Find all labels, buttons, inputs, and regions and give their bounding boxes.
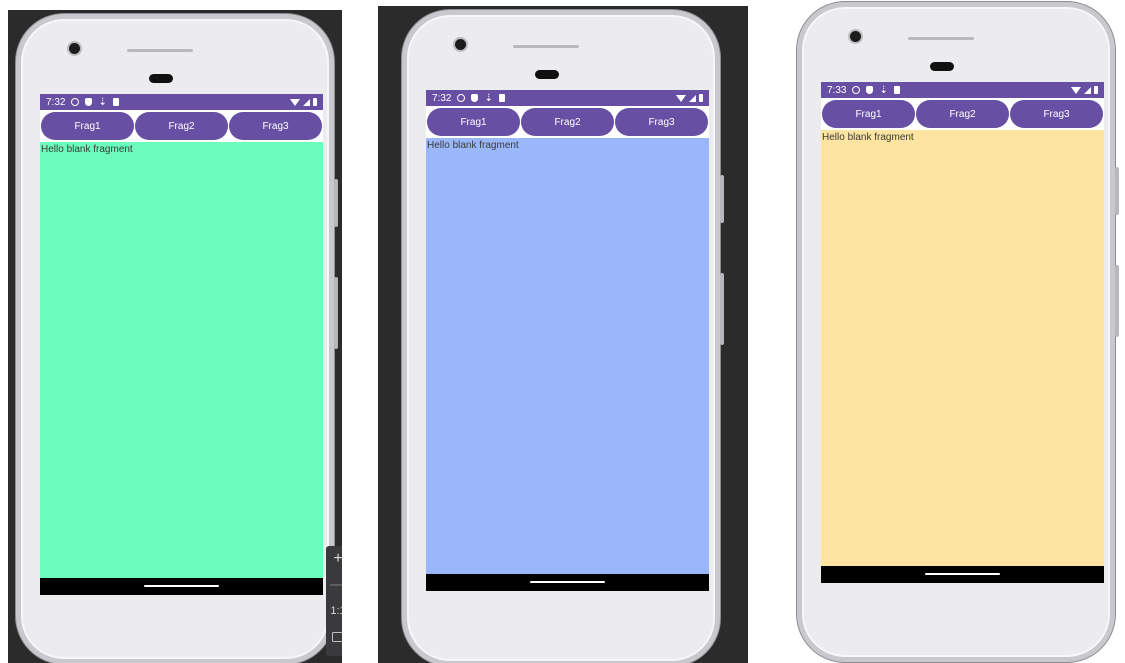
shield-icon xyxy=(866,86,874,94)
power-button[interactable] xyxy=(1115,167,1119,215)
device-screen: 7:32 ⇣ Frag1 Frag2 Frag3 Hello blank fra… xyxy=(40,94,323,595)
shield-icon xyxy=(471,94,479,102)
status-time: 7:33 xyxy=(827,84,847,96)
signal-icon xyxy=(303,98,310,106)
frag2-button[interactable]: Frag2 xyxy=(916,100,1009,128)
fragment-container: Hello blank fragment xyxy=(40,142,323,578)
download-icon: ⇣ xyxy=(98,96,107,108)
download-icon: ⇣ xyxy=(879,84,888,96)
navigation-bar xyxy=(40,578,323,595)
fragment-container: Hello blank fragment xyxy=(426,138,709,574)
fragment-button-row: Frag1 Frag2 Frag3 xyxy=(821,98,1104,130)
phone-frame: 7:32 ⇣ Frag1 Frag2 Frag3 Hello blank fra… xyxy=(402,10,724,663)
volume-button[interactable] xyxy=(720,273,724,345)
frag3-button[interactable]: Frag3 xyxy=(1010,100,1103,128)
phone-frame: 7:33 ⇣ Frag1 Frag2 Frag3 Hello blank fra… xyxy=(797,2,1119,662)
navigation-bar xyxy=(426,574,709,591)
fragment-text: Hello blank fragment xyxy=(822,132,914,143)
download-icon: ⇣ xyxy=(484,92,493,104)
battery-icon xyxy=(1094,86,1098,94)
status-time: 7:32 xyxy=(432,92,452,104)
do-not-disturb-icon xyxy=(852,86,861,94)
frag1-button[interactable]: Frag1 xyxy=(41,112,134,140)
home-handle[interactable] xyxy=(144,585,219,587)
proximity-sensor xyxy=(149,74,173,83)
speaker-grille xyxy=(127,49,193,52)
speaker-grille xyxy=(908,37,974,40)
wifi-icon xyxy=(676,94,686,102)
emulator-panel-3: 7:33 ⇣ Frag1 Frag2 Frag3 Hello blank fra… xyxy=(775,0,1125,663)
status-bar: 7:32 ⇣ xyxy=(426,90,709,106)
sd-card-icon xyxy=(498,94,505,102)
frag1-button[interactable]: Frag1 xyxy=(822,100,915,128)
proximity-sensor xyxy=(930,62,954,71)
home-handle[interactable] xyxy=(925,573,1000,575)
actual-size-button[interactable]: 1:1 xyxy=(326,598,342,624)
fragment-container: Hello blank fragment xyxy=(821,130,1104,566)
frag2-button[interactable]: Frag2 xyxy=(135,112,228,140)
volume-button[interactable] xyxy=(334,277,338,349)
emulator-panel-1: 7:32 ⇣ Frag1 Frag2 Frag3 Hello blank fra… xyxy=(8,10,342,663)
sd-card-icon xyxy=(893,86,900,94)
status-time: 7:32 xyxy=(46,96,66,108)
do-not-disturb-icon xyxy=(457,94,466,102)
zoom-out-icon[interactable]: — xyxy=(326,572,342,598)
signal-icon xyxy=(689,94,696,102)
battery-icon xyxy=(313,98,317,106)
front-camera-icon xyxy=(455,39,466,50)
power-button[interactable] xyxy=(334,179,338,227)
front-camera-icon xyxy=(850,31,861,42)
fragment-text: Hello blank fragment xyxy=(41,144,133,155)
fit-screen-icon[interactable] xyxy=(326,624,342,650)
shield-icon xyxy=(85,98,93,106)
status-bar: 7:32 ⇣ xyxy=(40,94,323,110)
navigation-bar xyxy=(821,566,1104,583)
emulator-panel-2: 7:32 ⇣ Frag1 Frag2 Frag3 Hello blank fra… xyxy=(378,6,748,663)
device-screen: 7:32 ⇣ Frag1 Frag2 Frag3 Hello blank fra… xyxy=(426,90,709,591)
signal-icon xyxy=(1084,86,1091,94)
front-camera-icon xyxy=(69,43,80,54)
fragment-button-row: Frag1 Frag2 Frag3 xyxy=(426,106,709,138)
fragment-button-row: Frag1 Frag2 Frag3 xyxy=(40,110,323,142)
phone-frame: 7:32 ⇣ Frag1 Frag2 Frag3 Hello blank fra… xyxy=(16,14,338,663)
frag3-button[interactable]: Frag3 xyxy=(229,112,322,140)
wifi-icon xyxy=(290,98,300,106)
sd-card-icon xyxy=(112,98,119,106)
fragment-text: Hello blank fragment xyxy=(427,140,519,151)
volume-button[interactable] xyxy=(1115,265,1119,337)
device-screen: 7:33 ⇣ Frag1 Frag2 Frag3 Hello blank fra… xyxy=(821,82,1104,583)
do-not-disturb-icon xyxy=(71,98,80,106)
frag2-button[interactable]: Frag2 xyxy=(521,108,614,136)
zoom-in-icon[interactable]: + xyxy=(326,546,342,572)
frag1-button[interactable]: Frag1 xyxy=(427,108,520,136)
emulator-zoom-toolbar: + — 1:1 xyxy=(326,546,342,656)
home-handle[interactable] xyxy=(530,581,605,583)
frag3-button[interactable]: Frag3 xyxy=(615,108,708,136)
proximity-sensor xyxy=(535,70,559,79)
status-bar: 7:33 ⇣ xyxy=(821,82,1104,98)
speaker-grille xyxy=(513,45,579,48)
battery-icon xyxy=(699,94,703,102)
wifi-icon xyxy=(1071,86,1081,94)
power-button[interactable] xyxy=(720,175,724,223)
